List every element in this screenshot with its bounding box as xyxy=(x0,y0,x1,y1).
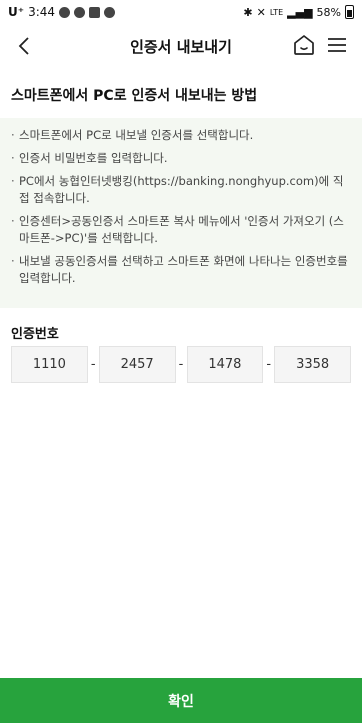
menu-button[interactable] xyxy=(326,34,348,56)
auth-code-field-3: 1478 xyxy=(186,346,264,383)
auth-code-row: 1110 - 2457 - 1478 - 3358 xyxy=(11,346,352,383)
network-type: LTE xyxy=(269,7,284,17)
guide-item: 스마트폰에서 PC로 내보낼 인증서를 선택합니다. xyxy=(11,127,351,144)
home-icon xyxy=(294,35,314,55)
auth-code-field-2: 2457 xyxy=(98,346,176,383)
battery-percent: 58% xyxy=(316,5,341,19)
talk-notification-icon xyxy=(59,6,71,18)
guide-item: 인증서 비밀번호를 입력합니다. xyxy=(11,150,351,167)
code-separator: - xyxy=(266,357,272,372)
guide-item: 인증센터>공동인증서 스마트폰 복사 메뉴에서 '인증서 가져오기 (스마트폰-… xyxy=(11,213,351,247)
hamburger-icon xyxy=(328,38,346,52)
auth-code-field-1: 1110 xyxy=(11,346,88,383)
status-bar: U⁺ 3:44 ✱ ✕ LTE ▂▄▆ 58% xyxy=(0,0,362,24)
guide-item: PC에서 농협인터넷뱅킹(https://banking.nonghyup.co… xyxy=(11,173,351,207)
bluetooth-icon: ✱ xyxy=(243,5,253,19)
auth-code-field-4: 3358 xyxy=(274,346,352,383)
chevron-left-icon xyxy=(18,37,29,55)
guide-title: 스마트폰에서 PC로 인증서 내보내는 방법 xyxy=(11,88,258,104)
guide-item: 내보낼 공동인증서를 선택하고 스마트폰 화면에 나타나는 인증번호를 입력합니… xyxy=(11,253,351,287)
home-button[interactable] xyxy=(292,33,316,57)
app-header: 인증서 내보내기 xyxy=(0,26,362,66)
code-separator: - xyxy=(90,357,96,372)
auth-code-label: 인증번호 xyxy=(11,327,59,342)
app-notification-icon xyxy=(74,6,86,18)
status-left: U⁺ 3:44 xyxy=(8,5,116,19)
confirm-button[interactable]: 확인 xyxy=(0,678,362,723)
battery-icon xyxy=(345,5,354,19)
mute-icon: ✕ xyxy=(256,5,266,19)
image-notification-icon xyxy=(89,6,101,18)
code-separator: - xyxy=(178,357,184,372)
signal-icon: ▂▄▆ xyxy=(287,5,313,19)
guide-box: 스마트폰에서 PC로 내보낼 인증서를 선택합니다. 인증서 비밀번호를 입력합… xyxy=(0,118,362,308)
status-right: ✱ ✕ LTE ▂▄▆ 58% xyxy=(243,5,354,19)
carrier-label: U⁺ xyxy=(8,5,25,19)
clock: 3:44 xyxy=(28,5,56,19)
back-button[interactable] xyxy=(10,32,38,60)
cloud-notification-icon xyxy=(104,6,116,18)
